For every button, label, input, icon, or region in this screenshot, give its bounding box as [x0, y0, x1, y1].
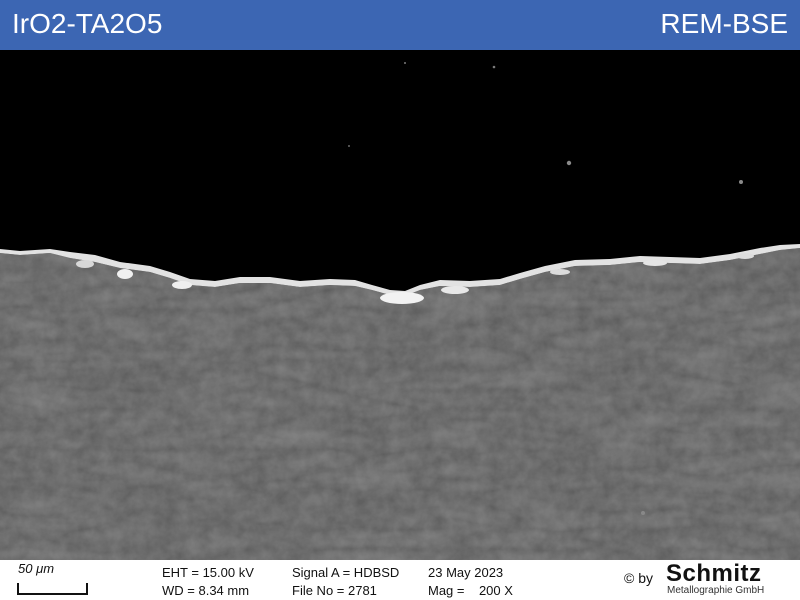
sem-info-bar: 50 μm EHT = 15.00 kV WD = 8.34 mm Signal…	[0, 560, 800, 600]
imaging-technique-label: REM-BSE	[660, 8, 788, 39]
coating-cluster	[550, 269, 570, 275]
magnification-readout: Mag = 200 X	[428, 583, 513, 598]
scale-bar	[17, 593, 88, 595]
coating-cluster	[172, 281, 192, 289]
coating-cluster	[117, 269, 133, 279]
sample-title: IrO2-TA2O5	[12, 8, 163, 39]
particle	[492, 65, 496, 69]
coating-cluster	[736, 253, 754, 259]
coating-cluster	[76, 260, 94, 268]
scale-bar-label: 50 μm	[18, 561, 55, 576]
file-number-readout: File No = 2781	[292, 583, 377, 598]
coating-cluster	[380, 292, 424, 304]
scale-bar-tick-right	[86, 583, 88, 594]
copyright-label: © by	[624, 570, 653, 586]
particle	[566, 160, 572, 166]
brand-logo: Schmitz	[666, 560, 762, 587]
particle	[641, 511, 645, 515]
signal-readout: Signal A = HDBSD	[292, 565, 400, 580]
particle	[348, 145, 350, 147]
particle	[739, 180, 743, 184]
eht-readout: EHT = 15.00 kV	[162, 565, 254, 580]
sem-micrograph	[0, 50, 800, 560]
wd-readout: WD = 8.34 mm	[162, 583, 250, 598]
coating-cluster	[441, 286, 469, 294]
particle	[404, 62, 406, 64]
date-readout: 23 May 2023	[428, 565, 504, 580]
coating-cluster	[643, 260, 667, 266]
title-bar: IrO2-TA2O5 REM-BSE	[0, 0, 800, 50]
brand-subtitle: Metallographie GmbH	[667, 585, 765, 596]
